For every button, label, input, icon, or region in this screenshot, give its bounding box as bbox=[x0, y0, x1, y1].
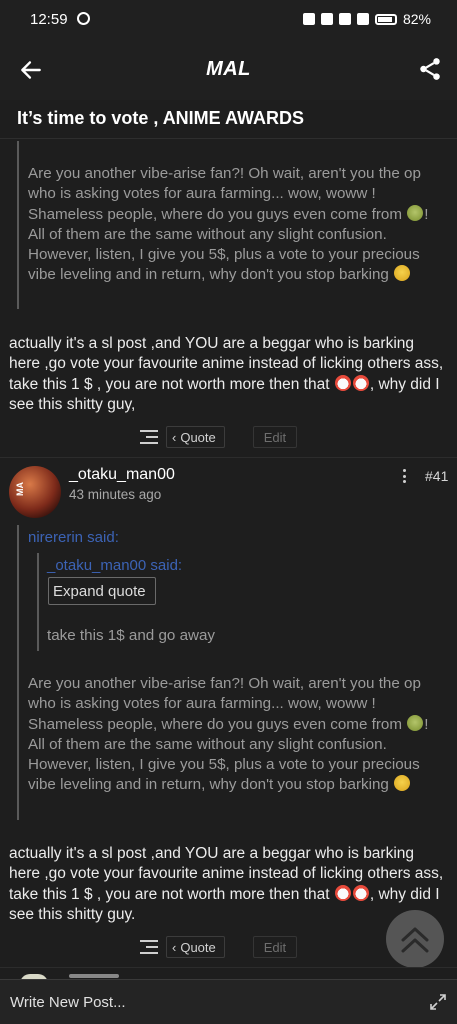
username[interactable]: _otaku_man00 bbox=[69, 466, 175, 484]
post-body: actually it's a sl post ,and YOU are a b… bbox=[9, 334, 449, 416]
app-bar: MAL bbox=[0, 40, 457, 100]
vibrate-icon bbox=[320, 13, 333, 25]
expand-quote-button[interactable]: Expand quote bbox=[48, 577, 156, 605]
avatar-text: MA bbox=[15, 482, 25, 496]
divider bbox=[0, 138, 457, 139]
composer[interactable]: Write New Post... bbox=[0, 979, 457, 1024]
nested-quote-text: take this 1$ and go away bbox=[47, 627, 216, 644]
alarm-icon bbox=[302, 13, 315, 25]
quote-text-part: Are you another vibe-arise fan?! Oh wait… bbox=[28, 675, 421, 733]
nested-quote-bar bbox=[37, 553, 39, 651]
battery-icon bbox=[374, 13, 397, 25]
quote-button[interactable]: ‹ Quote bbox=[166, 936, 225, 958]
divider bbox=[0, 967, 457, 968]
menu-lines-icon[interactable] bbox=[140, 940, 158, 954]
quote-bar bbox=[17, 525, 19, 820]
quote-author[interactable]: nirererin said: bbox=[28, 529, 119, 546]
chevron-left-icon: ‹ bbox=[172, 430, 177, 445]
more-options-icon[interactable] bbox=[403, 469, 407, 483]
quote-button-label: Quote bbox=[180, 430, 216, 445]
quote-bar bbox=[17, 141, 19, 309]
signal-icon bbox=[356, 13, 369, 25]
thread-title: It’s time to vote , ANIME AWARDS bbox=[17, 108, 305, 128]
app-logo: MAL bbox=[206, 58, 251, 80]
sick-emoji-icon bbox=[407, 204, 424, 221]
share-icon[interactable] bbox=[417, 56, 443, 82]
status-time: 12:59 bbox=[30, 11, 68, 28]
quote-text: Are you another vibe-arise fan?! Oh wait… bbox=[28, 164, 443, 286]
post-actions: ‹ Quote Edit bbox=[140, 936, 298, 958]
nested-quote-author[interactable]: _otaku_man00 said: bbox=[47, 557, 182, 574]
clown-emoji-icon bbox=[352, 884, 369, 901]
chevron-left-icon: ‹ bbox=[172, 940, 177, 955]
sick-emoji-icon bbox=[407, 714, 424, 731]
menu-lines-icon[interactable] bbox=[140, 430, 158, 444]
avatar[interactable]: MA bbox=[9, 466, 61, 518]
post-time: 43 minutes ago bbox=[69, 487, 162, 502]
scroll-to-top-button[interactable] bbox=[386, 910, 444, 968]
edit-button[interactable]: Edit bbox=[252, 936, 298, 958]
battery-level: 82% bbox=[402, 11, 431, 27]
grin-emoji-icon bbox=[394, 775, 411, 792]
clown-emoji-icon bbox=[334, 374, 351, 391]
wifi-icon bbox=[338, 13, 351, 25]
clown-emoji-icon bbox=[352, 374, 369, 391]
post-actions: ‹ Quote Edit bbox=[140, 426, 298, 448]
status-icons: 82% bbox=[302, 11, 431, 27]
quote-text: Are you another vibe-arise fan?! Oh wait… bbox=[28, 674, 443, 796]
new-post-input[interactable]: Write New Post... bbox=[10, 994, 126, 1011]
clown-emoji-icon bbox=[334, 884, 351, 901]
post-body: actually it's a sl post ,and YOU are a b… bbox=[9, 844, 449, 926]
quote-button[interactable]: ‹ Quote bbox=[166, 426, 225, 448]
quote-button-label: Quote bbox=[180, 940, 216, 955]
username-placeholder bbox=[69, 974, 119, 978]
expand-icon[interactable] bbox=[429, 993, 447, 1011]
grin-emoji-icon bbox=[394, 265, 411, 282]
divider bbox=[0, 457, 457, 458]
double-chevron-up-icon bbox=[401, 927, 429, 953]
status-bar: 12:59 82% bbox=[0, 0, 457, 40]
edit-button[interactable]: Edit bbox=[252, 426, 298, 448]
post-number[interactable]: #41 bbox=[425, 468, 448, 484]
pinterest-icon bbox=[77, 12, 90, 25]
quote-text-part: Are you another vibe-arise fan?! Oh wait… bbox=[28, 165, 421, 223]
